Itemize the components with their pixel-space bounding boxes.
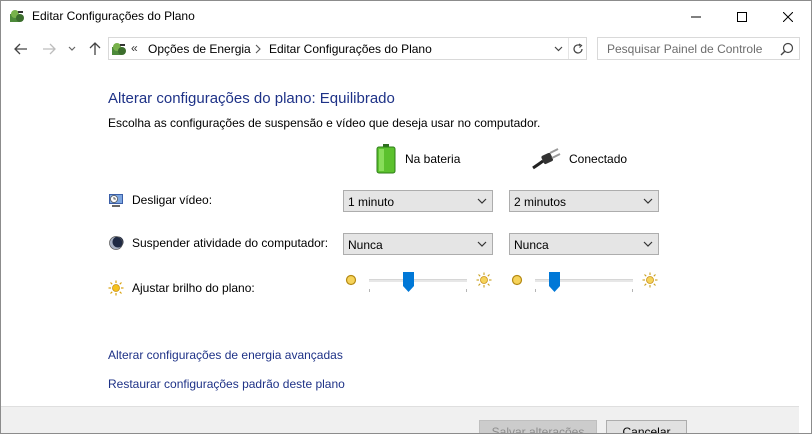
power-options-icon — [9, 8, 25, 24]
search-icon[interactable] — [779, 41, 795, 57]
window: Editar Configurações do Plano « Opções d… — [0, 0, 812, 434]
dim-brightness-icon — [511, 274, 523, 286]
display-off-battery-value: 1 minuto — [348, 195, 395, 209]
page-title: Alterar configurações do plano: Equilibr… — [108, 90, 395, 107]
address-dropdown-button[interactable] — [549, 38, 567, 59]
close-button[interactable] — [765, 1, 811, 32]
row-display-off: Desligar vídeo: — [108, 192, 212, 208]
up-button[interactable] — [85, 39, 105, 59]
recent-locations-button[interactable] — [65, 39, 79, 59]
minimize-button[interactable] — [673, 1, 719, 32]
refresh-button[interactable] — [568, 38, 586, 59]
battery-icon — [376, 144, 396, 174]
sun-icon — [108, 280, 124, 296]
address-bar[interactable]: « Opções de Energia Editar Configurações… — [108, 37, 587, 60]
sleep-plugged-select[interactable]: Nunca — [509, 233, 659, 255]
search-box[interactable]: Pesquisar Painel de Controle — [597, 37, 800, 60]
column-header-battery: Na bateria — [375, 144, 460, 174]
slider-ticks — [369, 289, 467, 292]
row-sleep: Suspender atividade do computador: — [108, 235, 328, 251]
chevron-down-icon — [554, 46, 562, 51]
cancel-button[interactable]: Cancelar — [606, 420, 687, 433]
breadcrumb-power-options[interactable]: Opções de Energia — [148, 42, 251, 56]
sleep-battery-select[interactable]: Nunca — [343, 233, 493, 255]
breadcrumb-overflow[interactable]: « — [131, 41, 138, 55]
chevron-down-icon — [477, 241, 487, 247]
breadcrumb-separator-icon — [255, 43, 261, 57]
close-icon — [783, 11, 793, 22]
title-bar: Editar Configurações do Plano — [1, 1, 811, 32]
slider-thumb[interactable] — [549, 272, 561, 292]
brightness-battery-slider[interactable] — [343, 272, 493, 296]
arrow-right-icon — [43, 43, 56, 55]
sleep-plugged-value: Nunca — [514, 238, 549, 252]
slider-thumb[interactable] — [402, 272, 414, 292]
navigation-bar: « Opções de Energia Editar Configurações… — [1, 32, 811, 66]
column-header-plugged: Conectado — [531, 148, 627, 170]
maximize-icon — [737, 11, 747, 22]
monitor-clock-icon — [109, 194, 123, 207]
power-options-icon — [111, 41, 127, 57]
brightness-label: Ajustar brilho do plano: — [132, 281, 255, 295]
refresh-icon — [572, 42, 583, 54]
sleep-battery-value: Nunca — [348, 238, 383, 252]
forward-button[interactable] — [39, 39, 59, 59]
row-brightness: Ajustar brilho do plano: — [108, 280, 255, 296]
arrow-up-icon — [89, 42, 101, 55]
footer-bar: Salvar alterações Cancelar — [1, 406, 799, 433]
bright-brightness-icon — [476, 272, 492, 288]
breadcrumb-edit-plan[interactable]: Editar Configurações do Plano — [269, 42, 432, 56]
chevron-down-icon — [68, 46, 76, 51]
display-off-battery-select[interactable]: 1 minuto — [343, 190, 493, 212]
maximize-button[interactable] — [719, 1, 765, 32]
dim-brightness-icon — [345, 274, 357, 286]
brightness-plugged-slider[interactable] — [509, 272, 659, 296]
sleep-label: Suspender atividade do computador: — [132, 236, 329, 250]
moon-icon — [109, 236, 124, 250]
chevron-down-icon — [477, 198, 487, 204]
display-off-plugged-value: 2 minutos — [514, 195, 567, 209]
content-area: Alterar configurações do plano: Equilibr… — [1, 66, 799, 406]
chevron-down-icon — [643, 241, 653, 247]
save-changes-button[interactable]: Salvar alterações — [479, 420, 597, 433]
power-plug-icon — [532, 148, 561, 170]
minimize-icon — [691, 16, 701, 17]
column-label-plugged: Conectado — [569, 152, 628, 166]
window-title: Editar Configurações do Plano — [32, 9, 195, 23]
arrow-left-icon — [14, 43, 27, 55]
back-button[interactable] — [11, 39, 31, 59]
column-label-battery: Na bateria — [405, 152, 461, 166]
display-off-plugged-select[interactable]: 2 minutos — [509, 190, 659, 212]
page-description: Escolha as configurações de suspensão e … — [108, 116, 541, 130]
restore-defaults-link[interactable]: Restaurar configurações padrão deste pla… — [108, 377, 345, 391]
advanced-settings-link[interactable]: Alterar configurações de energia avançad… — [108, 348, 343, 362]
display-off-label: Desligar vídeo: — [132, 193, 213, 207]
vertical-scrollbar[interactable] — [799, 66, 811, 410]
bright-brightness-icon — [642, 272, 658, 288]
search-placeholder: Pesquisar Painel de Controle — [607, 42, 763, 56]
slider-track — [369, 279, 467, 282]
chevron-down-icon — [643, 198, 653, 204]
